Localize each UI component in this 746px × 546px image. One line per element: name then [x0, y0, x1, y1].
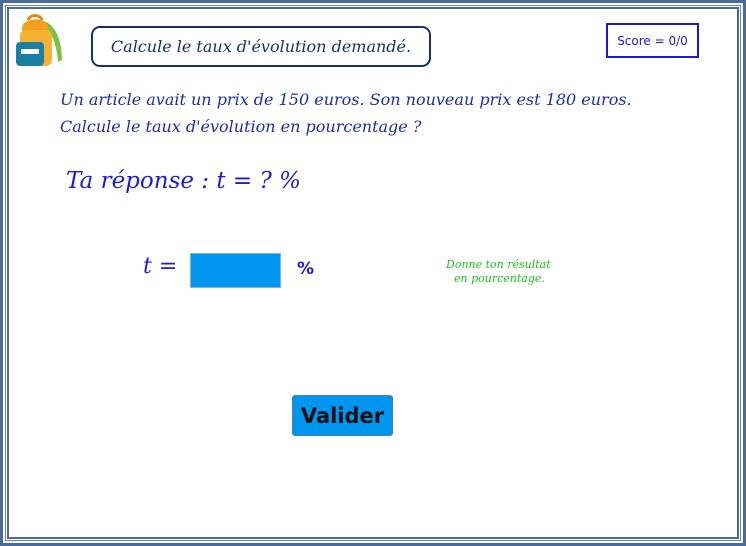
validate-button-label: Valider: [300, 403, 385, 428]
hint-text: Donne ton résultat en pourcentage.: [446, 258, 551, 286]
problem-statement-line-1: Un article avait un prix de 150 euros. S…: [60, 90, 632, 109]
rate-answer-input[interactable]: [190, 253, 281, 288]
hint-line-1: Donne ton résultat: [446, 258, 551, 271]
instruction-banner: Calcule le taux d'évolution demandé.: [91, 26, 431, 67]
hint-line-2: en pourcentage.: [454, 272, 545, 285]
answer-prompt: Ta réponse : t = ? %: [66, 168, 301, 194]
problem-statement-line-2: Calcule le taux d'évolution en pourcenta…: [60, 117, 422, 136]
backpack-icon: [16, 14, 62, 66]
t-variable-label: t =: [143, 254, 178, 279]
percent-unit-label: %: [297, 259, 315, 279]
applet-frame: Calcule le taux d'évolution demandé. Sco…: [0, 0, 746, 546]
score-badge: Score = 0/0: [606, 23, 699, 58]
validate-button[interactable]: Valider: [292, 395, 393, 436]
instruction-text: Calcule le taux d'évolution demandé.: [110, 37, 412, 56]
score-text: Score = 0/0: [617, 33, 688, 48]
frame-border-inner: [7, 7, 739, 539]
